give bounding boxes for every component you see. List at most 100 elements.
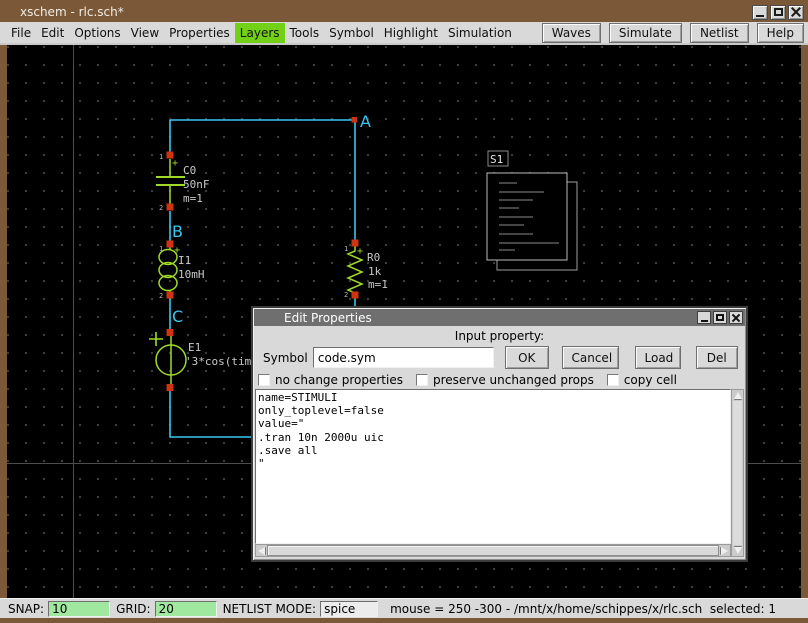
mouse-status-text: mouse = 250 -300 - /mnt/x/home/schippes/… bbox=[390, 602, 776, 616]
properties-textarea[interactable]: name=STIMULI only_toplevel=false value="… bbox=[255, 389, 731, 544]
edit-properties-dialog: Edit Properties Input property: Symbol O… bbox=[251, 306, 748, 562]
menu-highlight[interactable]: Highlight bbox=[379, 23, 443, 43]
del-button[interactable]: Del bbox=[696, 346, 739, 369]
close-button[interactable] bbox=[788, 5, 804, 20]
component-code-s1[interactable]: S1 bbox=[487, 151, 577, 270]
horizontal-scrollbar[interactable] bbox=[255, 544, 731, 557]
arrow-right-icon bbox=[721, 547, 728, 555]
horizontal-scrollbar-thumb[interactable] bbox=[267, 545, 719, 556]
menu-file[interactable]: File bbox=[6, 23, 36, 43]
component-capacitor-c0[interactable]: 1 2 + C0 50nF m=1 bbox=[156, 153, 210, 212]
pin-number: 1 bbox=[159, 153, 163, 161]
dialog-title: Edit Properties bbox=[284, 311, 695, 325]
component-mult: m=1 bbox=[368, 278, 388, 291]
copy-cell-checkbox[interactable] bbox=[607, 374, 619, 386]
ok-button[interactable]: OK bbox=[505, 346, 548, 369]
menubar: File Edit Options View Properties Layers… bbox=[0, 22, 808, 45]
close-icon bbox=[791, 7, 801, 17]
load-button[interactable]: Load bbox=[635, 346, 681, 369]
pin bbox=[167, 241, 174, 248]
component-mult: m=1 bbox=[183, 192, 203, 205]
cancel-button[interactable]: Cancel bbox=[562, 346, 619, 369]
pin-number: 1 bbox=[159, 245, 163, 253]
close-icon bbox=[732, 314, 740, 322]
checkbox-label: no change properties bbox=[275, 373, 403, 387]
dialog-titlebar[interactable]: Edit Properties bbox=[254, 309, 745, 326]
component-inductor-l1[interactable]: 1 2 + I1 10mH bbox=[159, 245, 205, 300]
netlist-mode-input[interactable] bbox=[320, 601, 378, 617]
no-change-properties-checkbox[interactable] bbox=[258, 374, 270, 386]
menu-view[interactable]: View bbox=[126, 23, 164, 43]
netlist-button[interactable]: Netlist bbox=[690, 23, 749, 43]
pin bbox=[167, 152, 174, 159]
arrow-down-icon bbox=[734, 547, 742, 554]
window-bottom-border bbox=[0, 618, 808, 623]
minimize-button[interactable] bbox=[752, 5, 768, 20]
symbol-input[interactable] bbox=[313, 347, 494, 368]
simulate-button[interactable]: Simulate bbox=[609, 23, 682, 43]
component-ref: S1 bbox=[490, 153, 503, 166]
menu-tools[interactable]: Tools bbox=[285, 23, 325, 43]
dialog-maximize-button[interactable] bbox=[713, 311, 727, 324]
menu-action-buttons: Waves Simulate Netlist Help bbox=[542, 23, 804, 43]
maximize-button[interactable] bbox=[770, 5, 786, 20]
menu-simulation[interactable]: Simulation bbox=[443, 23, 517, 43]
window-titlebar[interactable]: xschem - rlc.sch* bbox=[0, 0, 808, 22]
net-label-c[interactable]: C bbox=[172, 307, 183, 326]
polarity-plus: + bbox=[172, 158, 178, 169]
component-ref: I1 bbox=[178, 254, 191, 267]
schematic-canvas[interactable]: 1 2 + C0 50nF m=1 1 2 + I1 10mH bbox=[7, 45, 801, 598]
component-value: 50nF bbox=[183, 178, 210, 191]
vertical-scrollbar-track[interactable] bbox=[733, 401, 742, 545]
no-change-properties-option: no change properties bbox=[258, 373, 403, 387]
grid-input[interactable] bbox=[155, 601, 217, 617]
waves-button[interactable]: Waves bbox=[542, 23, 601, 43]
menu-symbol[interactable]: Symbol bbox=[324, 23, 379, 43]
dialog-minimize-button[interactable] bbox=[697, 311, 711, 324]
preserve-unchanged-props-checkbox[interactable] bbox=[416, 374, 428, 386]
pin bbox=[167, 329, 174, 336]
pin bbox=[352, 292, 359, 299]
menu-properties[interactable]: Properties bbox=[164, 23, 235, 43]
component-value: 1k bbox=[368, 265, 382, 278]
pin bbox=[167, 204, 174, 211]
maximize-icon bbox=[774, 8, 783, 16]
checkbox-label: copy cell bbox=[624, 373, 677, 387]
snap-input[interactable] bbox=[48, 601, 110, 617]
dialog-close-button[interactable] bbox=[729, 311, 743, 324]
xschem-window: xschem - rlc.sch* File Edit Options View… bbox=[0, 0, 808, 623]
scroll-down-button[interactable] bbox=[732, 545, 743, 556]
net-label-b[interactable]: B bbox=[172, 222, 183, 241]
component-ref: R0 bbox=[367, 251, 380, 264]
component-ref: C0 bbox=[183, 164, 196, 177]
scroll-right-button[interactable] bbox=[719, 545, 730, 556]
arrow-left-icon bbox=[258, 547, 265, 555]
scroll-left-button[interactable] bbox=[256, 545, 267, 556]
polarity-plus: + bbox=[357, 246, 363, 257]
pin-number: 2 bbox=[344, 291, 348, 299]
menu-options[interactable]: Options bbox=[69, 23, 125, 43]
minimize-icon bbox=[756, 15, 764, 17]
snap-label: SNAP: bbox=[8, 602, 44, 616]
minimize-icon bbox=[701, 320, 708, 322]
dialog-heading: Input property: bbox=[253, 327, 746, 344]
scroll-up-button[interactable] bbox=[732, 390, 743, 401]
menu-layers[interactable]: Layers bbox=[235, 23, 285, 43]
pin bbox=[167, 292, 174, 299]
statusbar: SNAP: GRID: NETLIST MODE: mouse = 250 -3… bbox=[0, 598, 808, 618]
polarity-plus bbox=[149, 332, 163, 346]
pin-number: 2 bbox=[159, 204, 163, 212]
vertical-scrollbar[interactable] bbox=[731, 389, 744, 557]
net-label-a[interactable]: A bbox=[360, 112, 371, 131]
arrow-up-icon bbox=[734, 392, 742, 399]
maximize-icon bbox=[716, 314, 724, 321]
checkbox-row: no change properties preserve unchanged … bbox=[253, 373, 746, 390]
component-value: 10mH bbox=[178, 268, 205, 281]
help-button[interactable]: Help bbox=[757, 23, 804, 43]
pin bbox=[167, 384, 174, 391]
copy-cell-option: copy cell bbox=[607, 373, 677, 387]
grid-label: GRID: bbox=[116, 602, 150, 616]
symbol-label: Symbol bbox=[263, 351, 313, 365]
menu-edit[interactable]: Edit bbox=[36, 23, 69, 43]
component-resistor-r0[interactable]: 1 2 + R0 1k m=1 bbox=[344, 245, 388, 299]
